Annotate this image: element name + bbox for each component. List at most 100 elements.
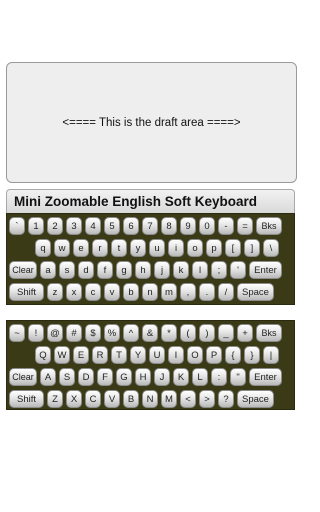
key-1[interactable]: 1 [28, 217, 44, 235]
key-minus[interactable]: - [218, 217, 234, 235]
key-period[interactable]: . [199, 283, 215, 301]
key-O[interactable]: O [187, 346, 203, 364]
key-2[interactable]: 2 [47, 217, 63, 235]
shift-key[interactable]: Shift [9, 390, 44, 408]
key-z[interactable]: z [47, 283, 63, 301]
key-H[interactable]: H [135, 368, 151, 386]
key-comma[interactable]: , [180, 283, 196, 301]
key-double-quote[interactable]: " [230, 368, 246, 386]
backspace-key[interactable]: Bks [256, 324, 282, 342]
key-5[interactable]: 5 [104, 217, 120, 235]
key-E[interactable]: E [73, 346, 89, 364]
clear-key[interactable]: Clear [9, 261, 37, 279]
key-u[interactable]: u [149, 239, 165, 257]
key-6[interactable]: 6 [123, 217, 139, 235]
key-at[interactable]: @ [47, 324, 63, 342]
key-Z[interactable]: Z [47, 390, 63, 408]
key-o[interactable]: o [187, 239, 203, 257]
key-I[interactable]: I [168, 346, 184, 364]
key-3[interactable]: 3 [66, 217, 82, 235]
key-hash[interactable]: # [66, 324, 82, 342]
key-underscore[interactable]: _ [218, 324, 234, 342]
key-equals[interactable]: = [237, 217, 253, 235]
key-R[interactable]: R [92, 346, 108, 364]
key-Q[interactable]: Q [35, 346, 51, 364]
key-backtick[interactable]: ` [9, 217, 25, 235]
draft-area[interactable]: <==== This is the draft area ====> [6, 62, 297, 183]
key-right-brace[interactable]: } [244, 346, 260, 364]
shift-key[interactable]: Shift [9, 283, 44, 301]
key-G[interactable]: G [116, 368, 132, 386]
key-tilde[interactable]: ~ [9, 324, 25, 342]
key-t[interactable]: t [111, 239, 127, 257]
key-left-brace[interactable]: { [225, 346, 241, 364]
key-caret[interactable]: ^ [123, 324, 139, 342]
backspace-key[interactable]: Bks [256, 217, 282, 235]
key-9[interactable]: 9 [180, 217, 196, 235]
key-7[interactable]: 7 [142, 217, 158, 235]
key-S[interactable]: S [59, 368, 75, 386]
key-x[interactable]: x [66, 283, 82, 301]
enter-key[interactable]: Enter [249, 368, 282, 386]
key-left-paren[interactable]: ( [180, 324, 196, 342]
key-b[interactable]: b [123, 283, 139, 301]
key-c[interactable]: c [85, 283, 101, 301]
key-V[interactable]: V [104, 390, 120, 408]
key-C[interactable]: C [85, 390, 101, 408]
key-ampersand[interactable]: & [142, 324, 158, 342]
key-n[interactable]: n [142, 283, 158, 301]
enter-key[interactable]: Enter [249, 261, 282, 279]
key-i[interactable]: i [168, 239, 184, 257]
key-m[interactable]: m [161, 283, 177, 301]
key-0[interactable]: 0 [199, 217, 215, 235]
key-semicolon[interactable]: ; [211, 261, 227, 279]
key-8[interactable]: 8 [161, 217, 177, 235]
key-dollar[interactable]: $ [85, 324, 101, 342]
key-h[interactable]: h [135, 261, 151, 279]
key-exclamation[interactable]: ! [28, 324, 44, 342]
key-J[interactable]: J [154, 368, 170, 386]
key-L[interactable]: L [192, 368, 208, 386]
key-v[interactable]: v [104, 283, 120, 301]
clear-key[interactable]: Clear [9, 368, 37, 386]
key-4[interactable]: 4 [85, 217, 101, 235]
key-j[interactable]: j [154, 261, 170, 279]
key-p[interactable]: p [206, 239, 222, 257]
key-K[interactable]: K [173, 368, 189, 386]
key-B[interactable]: B [123, 390, 139, 408]
space-key[interactable]: Space [237, 283, 274, 301]
key-percent[interactable]: % [104, 324, 120, 342]
key-asterisk[interactable]: * [161, 324, 177, 342]
key-greater-than[interactable]: > [199, 390, 215, 408]
key-question[interactable]: ? [218, 390, 234, 408]
key-a[interactable]: a [40, 261, 56, 279]
key-W[interactable]: W [54, 346, 70, 364]
key-r[interactable]: r [92, 239, 108, 257]
key-D[interactable]: D [78, 368, 94, 386]
key-U[interactable]: U [149, 346, 165, 364]
key-g[interactable]: g [116, 261, 132, 279]
key-colon[interactable]: : [211, 368, 227, 386]
key-k[interactable]: k [173, 261, 189, 279]
key-q[interactable]: q [35, 239, 51, 257]
key-right-paren[interactable]: ) [199, 324, 215, 342]
key-f[interactable]: f [97, 261, 113, 279]
key-right-bracket[interactable]: ] [244, 239, 260, 257]
key-e[interactable]: e [73, 239, 89, 257]
key-y[interactable]: y [130, 239, 146, 257]
key-N[interactable]: N [142, 390, 158, 408]
key-l[interactable]: l [192, 261, 208, 279]
key-Y[interactable]: Y [130, 346, 146, 364]
key-M[interactable]: M [161, 390, 177, 408]
key-d[interactable]: d [78, 261, 94, 279]
key-s[interactable]: s [59, 261, 75, 279]
key-A[interactable]: A [40, 368, 56, 386]
space-key[interactable]: Space [237, 390, 274, 408]
key-slash[interactable]: / [218, 283, 234, 301]
key-left-bracket[interactable]: [ [225, 239, 241, 257]
key-w[interactable]: w [54, 239, 70, 257]
key-quote[interactable]: ' [230, 261, 246, 279]
key-F[interactable]: F [97, 368, 113, 386]
key-P[interactable]: P [206, 346, 222, 364]
key-pipe[interactable]: | [263, 346, 279, 364]
